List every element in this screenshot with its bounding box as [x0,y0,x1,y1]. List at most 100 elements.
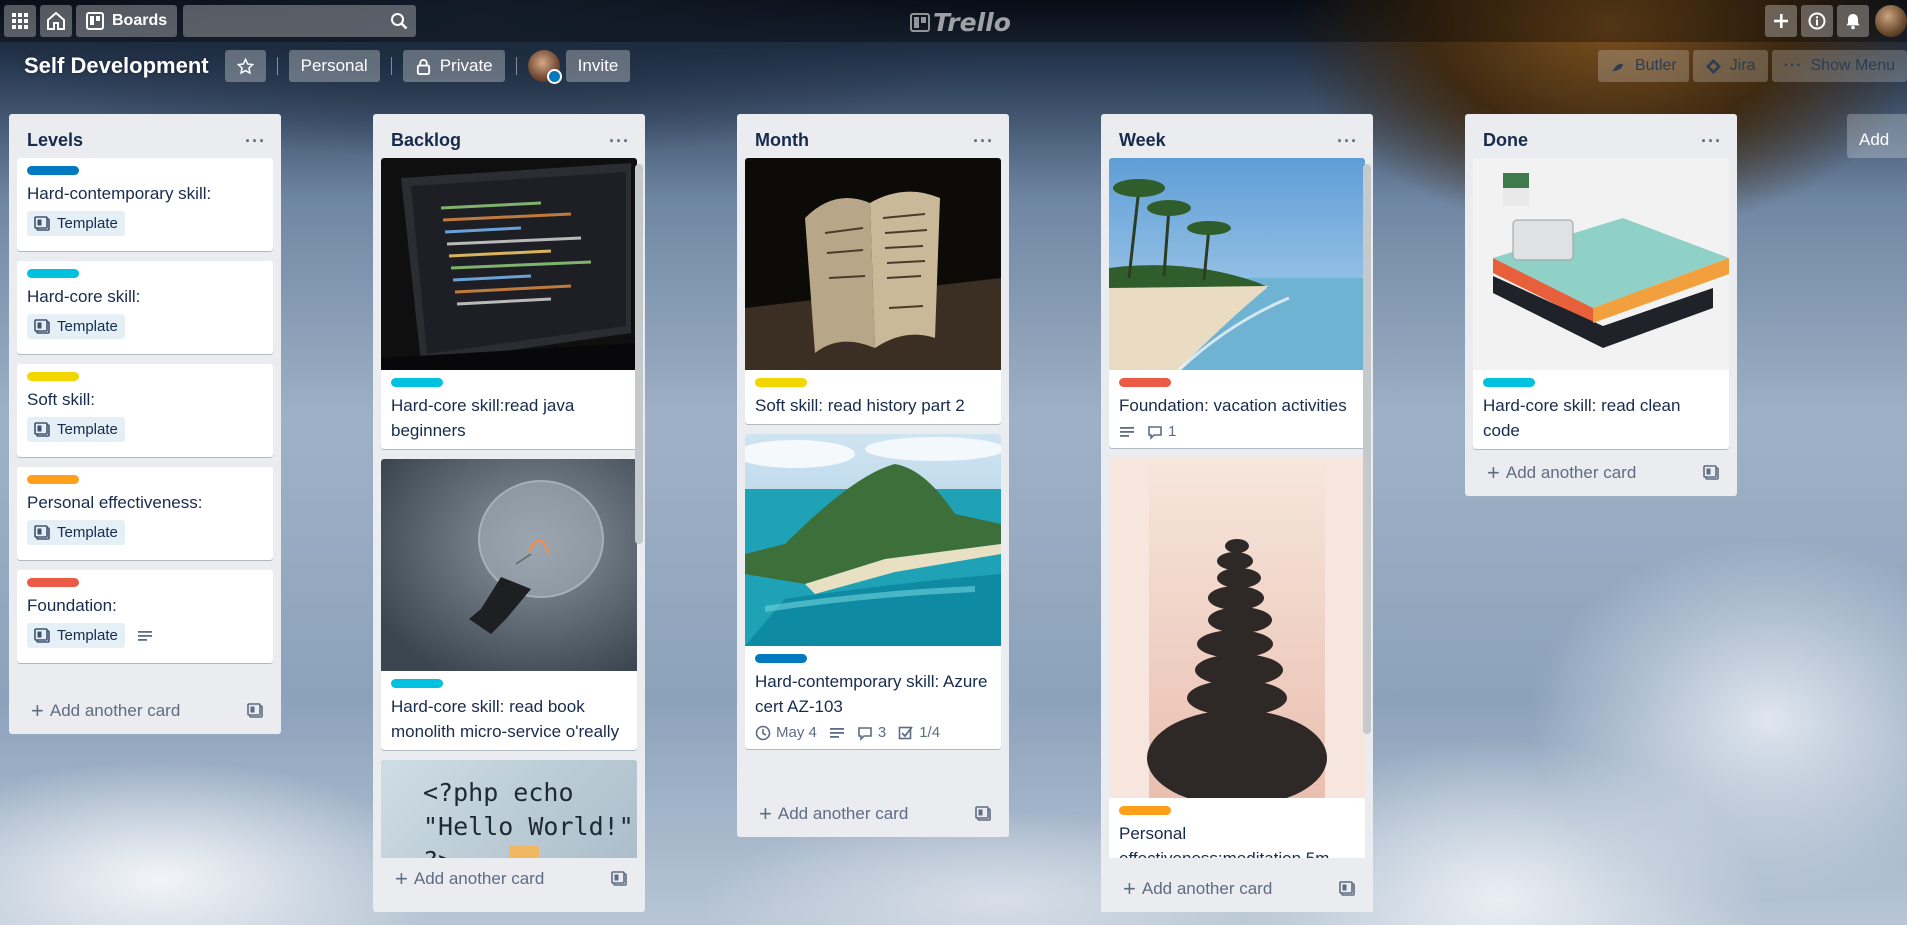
boards-button[interactable]: Boards [76,5,178,37]
list-menu-icon[interactable]: ··· [603,132,636,150]
card[interactable]: Hard-core skill: read clean code [1473,158,1729,449]
due-date-badge[interactable]: May 4 [755,724,817,741]
notifications-button[interactable] [1837,5,1869,37]
list-menu-icon[interactable]: ··· [967,132,1000,150]
add-list-button[interactable]: Add [1847,114,1907,158]
card[interactable]: Hard-contemporary skill: Template [17,158,273,251]
checklist-progress: 1/4 [919,724,941,741]
card[interactable]: <?php echo "Hello World!" ?> [381,760,637,858]
card-label[interactable] [755,378,807,387]
card-label[interactable] [1119,378,1171,387]
privacy-button[interactable]: Private [402,50,505,82]
add-card-button[interactable]: + Add another card [759,803,908,825]
invite-button[interactable]: Invite [565,50,631,82]
template-badge: Template [27,417,125,442]
template-icon[interactable] [1703,465,1719,481]
divider [276,57,278,75]
search-icon[interactable] [390,12,408,30]
bell-icon [1846,14,1860,30]
add-card-row: + Add another card [373,858,645,902]
list-title[interactable]: Month [755,130,809,151]
card-label[interactable] [1119,806,1171,815]
board-title[interactable]: Self Development [24,53,209,79]
add-card-row: + Add another card [737,793,1009,837]
card-label[interactable] [391,378,443,387]
show-menu-label: Show Menu [1810,57,1896,74]
list-title[interactable]: Done [1483,130,1528,151]
more-icon: ··· [1783,57,1803,74]
search-input[interactable] [183,5,417,37]
card-title: Personal effectiveness:meditation 5m [1119,824,1329,858]
create-button[interactable] [1765,5,1797,37]
add-card-label: Add another card [49,701,181,720]
list-title[interactable]: Week [1119,130,1166,151]
top-bar: Boards Trello [0,0,1907,42]
trello-logo[interactable]: Trello [910,8,1011,37]
butler-label: Butler [1634,57,1677,74]
card-label[interactable] [27,475,79,484]
list-title[interactable]: Backlog [391,130,461,151]
add-card-button[interactable]: + Add another card [1487,460,1636,485]
card[interactable]: Hard-core skill: read book monolith micr… [381,459,637,750]
card[interactable]: Hard-core skill:read java beginners [381,158,637,449]
info-button[interactable] [1801,5,1833,37]
add-card-row: + Add another card [1101,868,1373,912]
template-icon[interactable] [611,871,627,887]
card-label[interactable] [27,372,79,381]
card[interactable]: Personal effectiveness:meditation 5m [1109,458,1365,858]
card[interactable]: Hard-core skill: Template [17,261,273,354]
card-label[interactable] [391,679,443,688]
search-field[interactable] [183,5,417,37]
list-menu-icon[interactable]: ··· [1331,132,1364,150]
plus-icon: + [1123,876,1136,901]
template-badge: Template [27,314,125,339]
template-icon [34,318,50,334]
card[interactable]: Soft skill: Template [17,364,273,457]
comment-count: 1 [1168,423,1177,440]
jira-label: Jira [1729,57,1756,74]
list-scrollbar[interactable] [635,164,643,544]
butler-button[interactable]: Butler [1597,50,1689,82]
card-label[interactable] [755,654,807,663]
list-menu-icon[interactable]: ··· [1695,132,1728,150]
card[interactable]: Hard-contemporary skill: Azure cert AZ-1… [745,434,1001,749]
privacy-label: Private [439,56,493,75]
list-scrollbar[interactable] [1363,164,1371,734]
user-avatar[interactable] [1875,5,1907,37]
invite-label: Invite [577,56,619,75]
list-menu-icon[interactable]: ··· [239,132,272,150]
butler-icon [1611,63,1624,71]
card[interactable]: Foundation: Template [17,570,273,663]
comments-badge: 3 [857,724,886,741]
show-menu-button[interactable]: ··· Show Menu [1771,50,1907,82]
books-stack-photo [1473,158,1729,370]
card-label[interactable] [27,166,79,175]
apps-icon[interactable] [4,5,36,37]
add-card-button[interactable]: + Add another card [31,700,181,722]
beach-photo [1109,158,1365,370]
jira-button[interactable]: Jira [1692,50,1768,82]
template-icon[interactable] [975,806,991,822]
lock-icon [416,58,430,75]
star-icon [236,57,254,74]
card[interactable]: Foundation: vacation activities 1 [1109,158,1365,448]
home-button[interactable] [40,5,72,37]
template-icon[interactable] [1339,881,1355,897]
plus-icon: + [1487,460,1500,485]
card-label[interactable] [27,578,79,587]
checklist-badge: 1/4 [898,724,940,741]
member-avatar[interactable] [527,50,562,84]
add-card-button[interactable]: + Add another card [395,866,544,891]
card[interactable]: Soft skill: read history part 2 [745,158,1001,424]
card[interactable]: Personal effectiveness: Template [17,467,273,560]
card-label[interactable] [27,269,79,278]
template-icon[interactable] [247,703,263,719]
team-visibility-button[interactable]: Personal [288,50,380,82]
divider [515,57,517,75]
star-button[interactable] [224,50,266,82]
add-card-button[interactable]: + Add another card [1123,876,1272,901]
card-label[interactable] [1483,378,1535,387]
plus-icon: + [395,866,408,891]
list-title[interactable]: Levels [27,130,83,151]
card-title: Hard-core skill:read java beginners [391,396,575,440]
